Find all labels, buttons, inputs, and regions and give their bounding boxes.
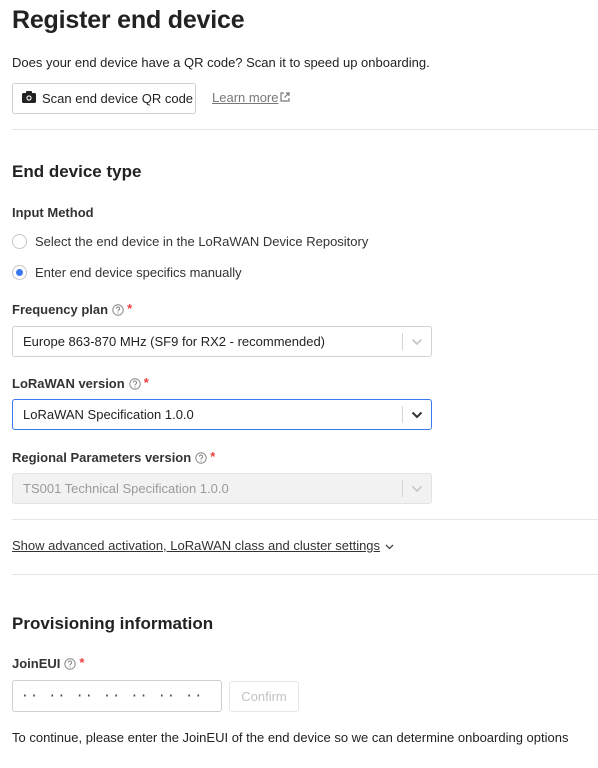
- required-asterisk: *: [79, 654, 85, 670]
- qr-intro-text: Does your end device have a QR code? Sca…: [12, 55, 430, 70]
- joineui-label-text: JoinEUI: [12, 656, 61, 671]
- joineui-label: JoinEUI *: [12, 654, 85, 672]
- external-link-icon: [278, 90, 291, 105]
- help-icon[interactable]: [112, 303, 124, 316]
- lorawan-version-value: LoRaWAN Specification 1.0.0: [23, 407, 194, 422]
- learn-more-label: Learn more: [212, 90, 279, 105]
- frequency-plan-label: Frequency plan *: [12, 300, 133, 318]
- section-divider: [12, 519, 598, 520]
- regional-parameters-label: Regional Parameters version *: [12, 448, 216, 466]
- section-divider: [12, 129, 598, 130]
- lorawan-version-label-text: LoRaWAN version: [12, 376, 125, 391]
- learn-more-link[interactable]: Learn more: [212, 90, 291, 105]
- advanced-settings-label: Show advanced activation, LoRaWAN class …: [12, 538, 381, 553]
- radio-button-checked[interactable]: [12, 265, 27, 280]
- chevron-down-icon: [380, 538, 394, 553]
- end-device-type-heading: End device type: [12, 162, 142, 181]
- regional-parameters-select: TS001 Technical Specification 1.0.0: [12, 473, 432, 504]
- chevron-down-icon[interactable]: [403, 411, 431, 419]
- chevron-down-icon: [403, 485, 431, 493]
- scan-qr-code-label: Scan end device QR code: [42, 91, 194, 106]
- required-asterisk: *: [210, 448, 216, 464]
- joineui-input[interactable]: [12, 680, 222, 712]
- help-icon[interactable]: [64, 657, 77, 670]
- radio-button-unchecked[interactable]: [12, 234, 27, 249]
- regional-parameters-value: TS001 Technical Specification 1.0.0: [23, 481, 229, 496]
- joineui-hint-text: To continue, please enter the JoinEUI of…: [12, 730, 569, 745]
- confirm-button[interactable]: Confirm: [229, 681, 299, 712]
- help-icon[interactable]: [128, 377, 141, 390]
- show-advanced-settings-link[interactable]: Show advanced activation, LoRaWAN class …: [12, 538, 394, 553]
- required-asterisk: *: [127, 300, 133, 316]
- radio-label: Select the end device in the LoRaWAN Dev…: [35, 234, 369, 249]
- frequency-plan-value: Europe 863-870 MHz (SF9 for RX2 - recomm…: [23, 334, 326, 349]
- radio-manual-entry[interactable]: Enter end device specifics manually: [12, 265, 242, 280]
- lorawan-version-select[interactable]: LoRaWAN Specification 1.0.0: [12, 399, 432, 430]
- radio-device-repository[interactable]: Select the end device in the LoRaWAN Dev…: [12, 234, 368, 249]
- chevron-down-icon[interactable]: [403, 338, 431, 346]
- frequency-plan-label-text: Frequency plan: [12, 302, 109, 317]
- required-asterisk: *: [143, 374, 149, 390]
- provisioning-heading: Provisioning information: [12, 614, 214, 633]
- help-icon[interactable]: [195, 451, 207, 464]
- scan-qr-code-button[interactable]: Scan end device QR code: [12, 83, 196, 114]
- lorawan-version-label: LoRaWAN version *: [12, 374, 149, 392]
- page-title: Register end device: [12, 6, 245, 34]
- input-method-label: Input Method: [12, 205, 94, 220]
- section-divider: [12, 574, 598, 575]
- radio-label: Enter end device specifics manually: [35, 265, 242, 280]
- regional-parameters-label-text: Regional Parameters version: [12, 450, 192, 465]
- frequency-plan-select[interactable]: Europe 863-870 MHz (SF9 for RX2 - recomm…: [12, 326, 432, 357]
- camera-icon: [22, 91, 42, 106]
